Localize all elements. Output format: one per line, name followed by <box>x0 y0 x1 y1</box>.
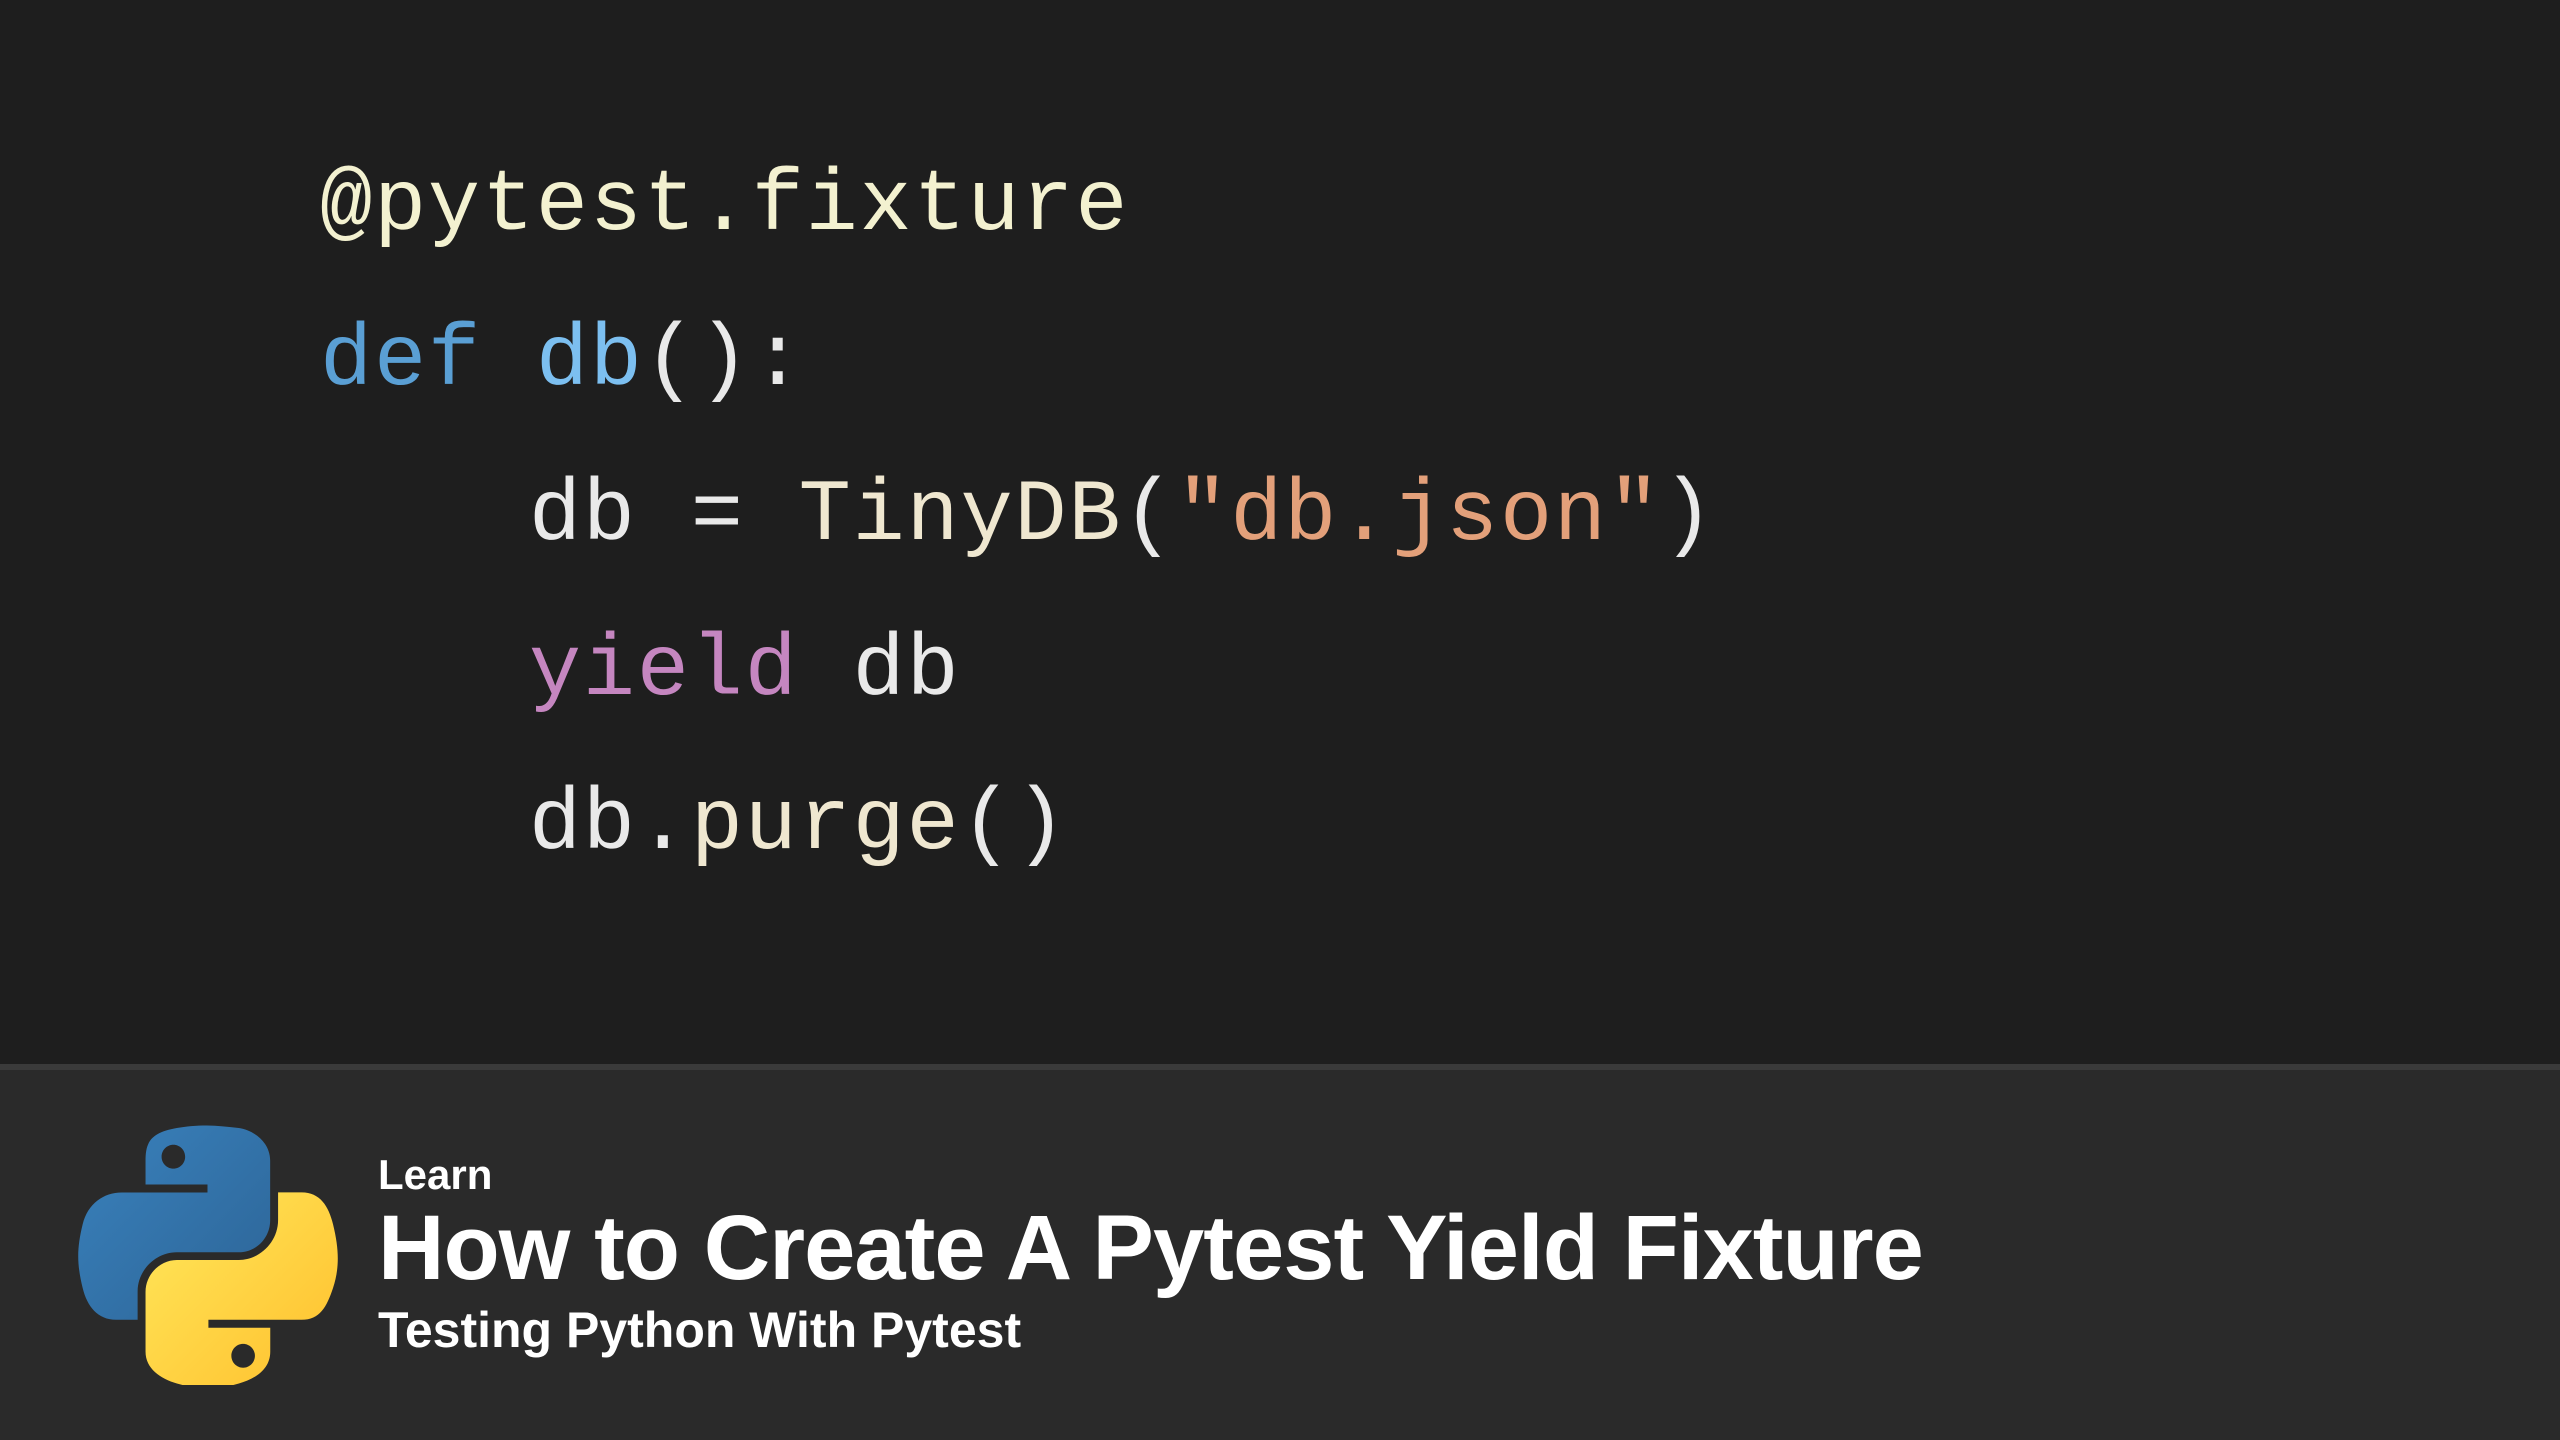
assign-lhs: db <box>529 468 637 566</box>
paren-close-2: ) <box>1014 777 1068 875</box>
code-line-decorator: @pytest.fixture <box>320 130 2560 285</box>
eyebrow: Learn <box>378 1151 1923 1199</box>
yield-keyword: yield <box>529 623 799 721</box>
decorator-attr: fixture <box>752 158 1130 256</box>
call-close: ) <box>1662 468 1716 566</box>
subtitle: Testing Python With Pytest <box>378 1301 1923 1359</box>
purge-method: purge <box>691 777 961 875</box>
paren-open-2: ( <box>960 777 1014 875</box>
footer-text: Learn How to Create A Pytest Yield Fixtu… <box>378 1151 1923 1359</box>
code-line-yield: yield db <box>320 595 2560 750</box>
paren-open: ( <box>644 313 698 411</box>
call-open: ( <box>1122 468 1176 566</box>
equals: = <box>691 468 745 566</box>
code-snippet: @pytest.fixture def db(): db = TinyDB("d… <box>0 0 2560 1064</box>
decorator-dot: . <box>698 158 752 256</box>
purge-dot: . <box>637 777 691 875</box>
python-logo-icon <box>78 1125 338 1385</box>
yield-var: db <box>853 623 961 721</box>
colon: : <box>752 313 806 411</box>
page-title: How to Create A Pytest Yield Fixture <box>378 1201 1923 1297</box>
paren-close: ) <box>698 313 752 411</box>
footer: Learn How to Create A Pytest Yield Fixtu… <box>0 1070 2560 1440</box>
purge-obj: db <box>529 777 637 875</box>
def-keyword: def <box>320 313 482 411</box>
decorator-module: pytest <box>374 158 698 256</box>
code-line-def: def db(): <box>320 285 2560 440</box>
function-name: db <box>536 313 644 411</box>
code-line-assign: db = TinyDB("db.json") <box>320 440 2560 595</box>
class-name: TinyDB <box>799 468 1123 566</box>
string-literal: "db.json" <box>1176 468 1662 566</box>
decorator-at: @ <box>320 158 374 256</box>
code-line-purge: db.purge() <box>320 749 2560 904</box>
